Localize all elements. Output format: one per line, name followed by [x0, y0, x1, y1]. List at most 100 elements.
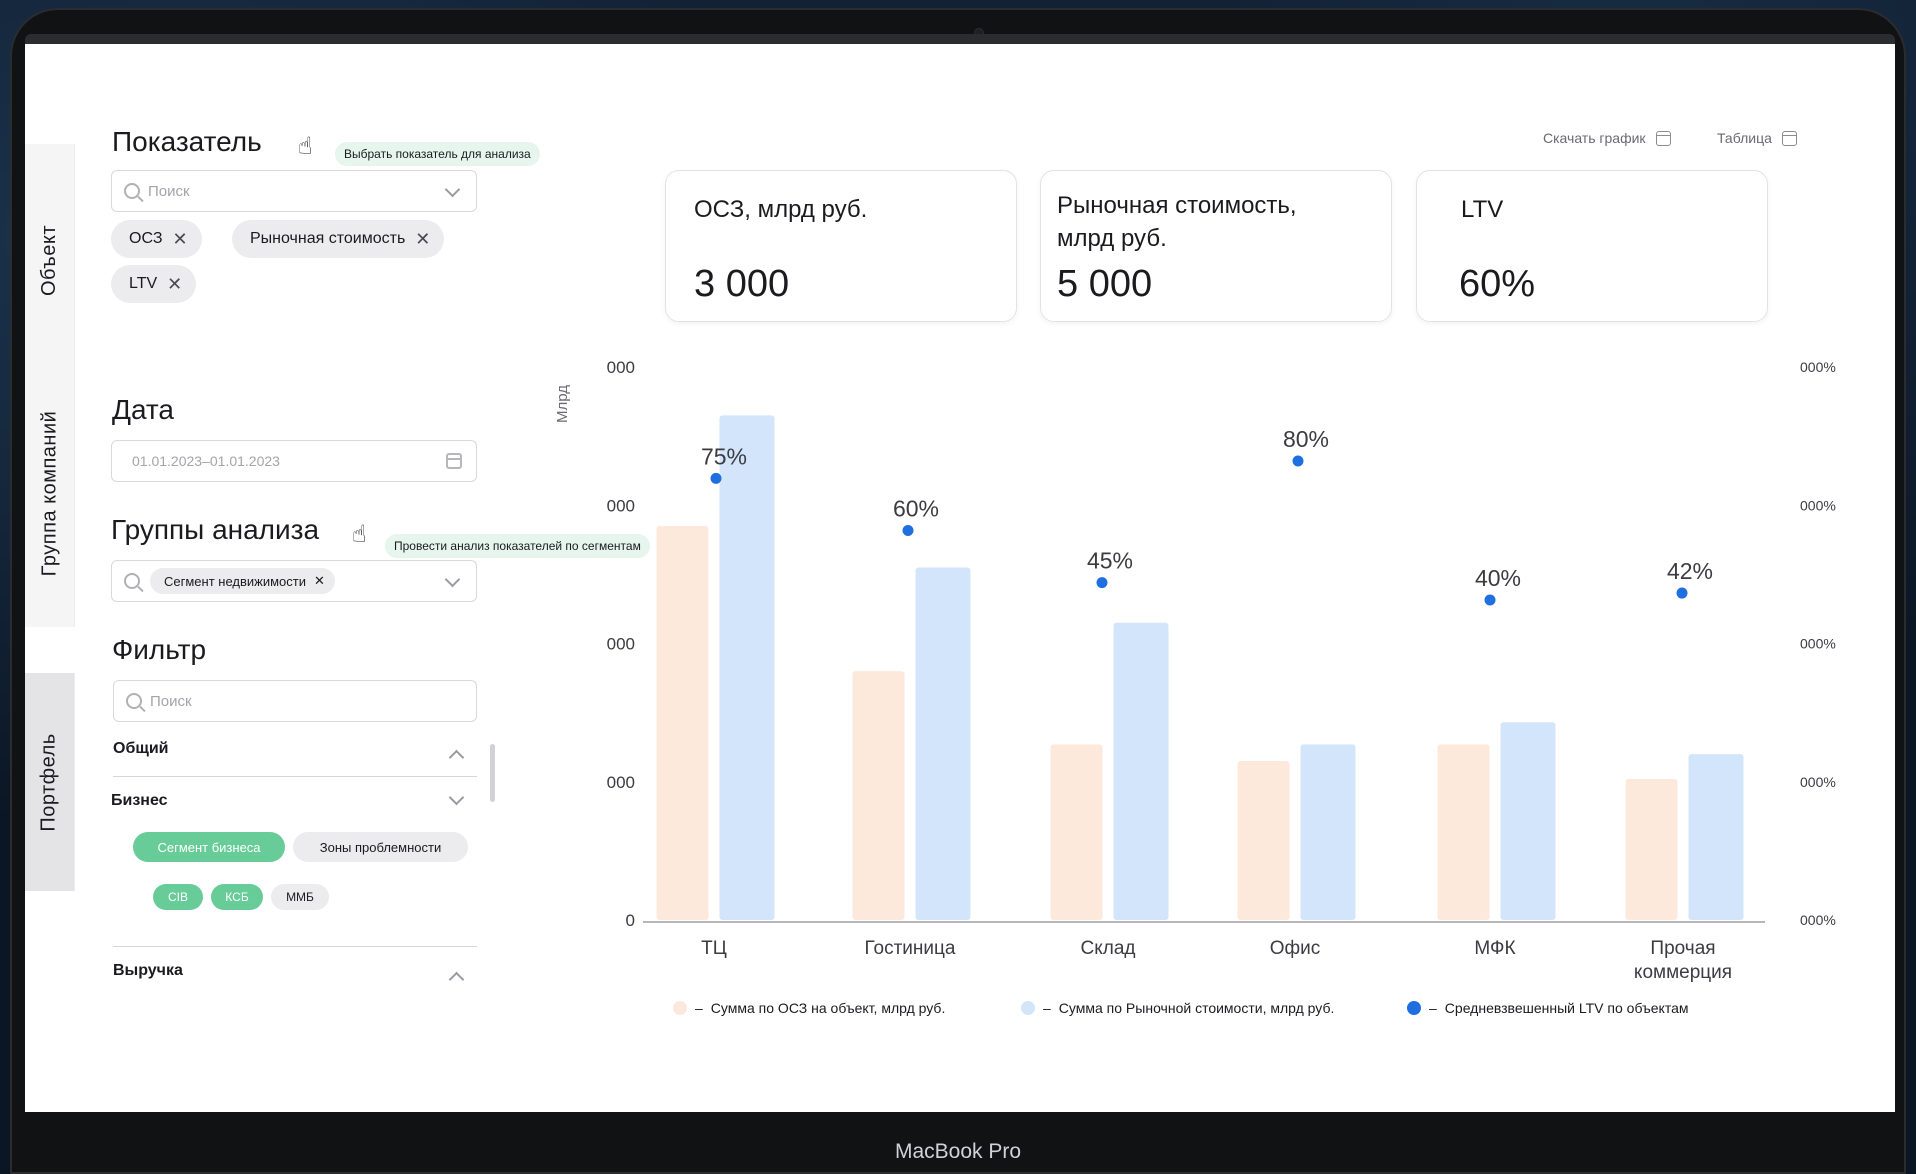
pill-ksb[interactable]: КСБ — [211, 884, 263, 910]
ltv-data-label: 75% — [701, 443, 747, 469]
download-chart-label: Скачать график — [1543, 130, 1646, 146]
ltv-point — [710, 472, 722, 484]
tab-portfolio-label: Портфель — [38, 732, 61, 832]
calendar-icon — [1655, 130, 1671, 146]
y-tick-label: 000 — [607, 496, 635, 515]
indicator-chip-ltv[interactable]: LTV ✕ — [111, 265, 197, 303]
kpi-card-osz: ОСЗ, млрд руб. 3 000 — [665, 170, 1017, 322]
groups-select[interactable]: Сегмент недвижимости ✕ — [111, 560, 477, 602]
y2-tick-label: 000% — [1800, 359, 1836, 375]
legend-label: Сумма по Рыночной стоимости, млрд руб. — [1058, 1000, 1335, 1016]
filters-scrollbar[interactable] — [490, 744, 495, 802]
ltv-point — [1676, 587, 1688, 599]
y2-tick-label: 000% — [1800, 497, 1836, 513]
chip-label: Рыночная стоимость — [250, 230, 406, 247]
tab-object-label: Объект — [38, 224, 61, 296]
chip-label: Сегмент недвижимости — [164, 573, 306, 589]
bar-osz — [1050, 744, 1103, 920]
ltv-data-label: 42% — [1667, 558, 1713, 584]
chevron-down-icon[interactable] — [448, 789, 465, 806]
hand-pointer-icon[interactable]: ☝ — [352, 520, 367, 549]
legend-swatch-ltv — [1407, 1001, 1421, 1015]
kpi-card-market: Рыночная стоимость, млрд руб. 5 000 — [1040, 170, 1392, 322]
close-icon[interactable]: ✕ — [415, 229, 430, 250]
ltv-data-label: 80% — [1283, 426, 1329, 452]
chevron-up-icon[interactable] — [448, 749, 465, 766]
tab-portfolio[interactable]: Портфель — [25, 673, 75, 891]
pill-mmb[interactable]: ММБ — [271, 884, 329, 910]
tab-company-group[interactable]: Группа компаний — [25, 359, 75, 627]
close-icon[interactable]: ✕ — [172, 229, 187, 250]
x-tick-label: Склад — [1081, 938, 1136, 959]
divider — [113, 946, 477, 947]
pill-business-segment[interactable]: Сегмент бизнеса — [133, 832, 285, 862]
close-icon[interactable]: ✕ — [314, 573, 325, 589]
chevron-down-icon[interactable] — [444, 571, 461, 588]
date-range-input[interactable]: 01.01.2023–01.01.2023 — [111, 440, 477, 482]
filters-panel: Показатель ☝ Выбрать показатель для анал… — [95, 44, 650, 1112]
bar-market — [1500, 722, 1556, 920]
filter-section-general[interactable]: Общий — [113, 740, 169, 758]
table-label: Таблица — [1717, 130, 1772, 146]
indicator-chip-osz[interactable]: ОСЗ ✕ — [111, 220, 202, 258]
bar-market — [719, 415, 775, 920]
indicator-chip-market[interactable]: Рыночная стоимость ✕ — [232, 220, 445, 258]
kpi-label: ОСЗ, млрд руб. — [694, 196, 868, 223]
legend-label: Сумма по ОСЗ на объект, млрд руб. — [710, 1000, 946, 1016]
chip-label: LTV — [129, 275, 158, 292]
groups-title: Группы анализа — [111, 514, 320, 545]
table-button[interactable]: Таблица — [1717, 130, 1797, 146]
ltv-data-label: 45% — [1087, 548, 1133, 574]
kpi-value: 60% — [1459, 263, 1536, 305]
legend-label: Средневзвешенный LTV по объектам — [1444, 1000, 1689, 1016]
x-tick-label: Прочая — [1650, 938, 1715, 959]
y-axis-label: Млрд — [554, 385, 571, 423]
legend-item-market: – Сумма по Рыночной стоимости, млрд руб. — [1021, 1000, 1334, 1016]
legend-swatch-osz — [673, 1001, 687, 1015]
chevron-down-icon[interactable] — [444, 181, 461, 198]
pill-cib[interactable]: CIB — [153, 884, 203, 910]
hand-pointer-icon[interactable]: ☝ — [298, 132, 313, 161]
x-tick-label: МФК — [1474, 938, 1515, 959]
app-screen: Объект Группа компаний Портфель Показате… — [25, 44, 1895, 1112]
chevron-up-icon[interactable] — [448, 971, 465, 988]
bar-market — [1300, 744, 1356, 920]
calendar-icon[interactable] — [446, 453, 462, 469]
x-tick-label: ТЦ — [701, 938, 727, 959]
ltv-point — [1484, 594, 1496, 606]
bar-osz — [852, 671, 905, 920]
tab-company-group-label: Группа компаний — [38, 410, 61, 576]
ltv-data-label: 60% — [893, 496, 939, 522]
ltv-point — [1096, 577, 1108, 589]
bar-osz — [1437, 744, 1490, 920]
bar-osz — [656, 525, 709, 920]
search-icon — [126, 693, 142, 709]
legend-item-ltv: – Средневзвешенный LTV по объектам — [1407, 1000, 1688, 1016]
tab-object[interactable]: Объект — [25, 144, 75, 376]
bar-market — [915, 567, 971, 920]
x-tick-label: Гостиница — [865, 938, 956, 959]
x-tick-label: коммерция — [1634, 962, 1732, 983]
pill-problem-zones[interactable]: Зоны проблемности — [293, 832, 468, 862]
kpi-label: LTV — [1461, 196, 1504, 223]
filter-search-input[interactable]: Поиск — [113, 680, 477, 722]
groups-chip-segment[interactable]: Сегмент недвижимости ✕ — [150, 568, 335, 594]
calendar-icon — [1781, 130, 1797, 146]
download-chart-button[interactable]: Скачать график — [1543, 130, 1671, 146]
ltv-point — [1292, 455, 1304, 467]
search-icon — [124, 573, 140, 589]
indicator-title: Показатель — [112, 126, 262, 157]
indicator-search-input[interactable]: Поиск — [111, 170, 477, 212]
bar-market — [1688, 754, 1744, 920]
kpi-value: 5 000 — [1057, 263, 1153, 305]
legend-swatch-market — [1021, 1001, 1035, 1015]
filter-section-revenue[interactable]: Выручка — [113, 962, 183, 980]
kpi-card-ltv: LTV 60% — [1416, 170, 1768, 322]
ltv-data-label: 40% — [1475, 565, 1521, 591]
indicator-tooltip: Выбрать показатель для анализа — [335, 142, 540, 166]
close-icon[interactable]: ✕ — [167, 274, 182, 295]
kpi-label: Рыночная стоимость, млрд руб. — [1057, 192, 1297, 252]
x-tick-label: Офис — [1270, 938, 1321, 959]
y2-tick-label: 000% — [1800, 636, 1836, 652]
filter-section-business[interactable]: Бизнес — [111, 792, 168, 810]
